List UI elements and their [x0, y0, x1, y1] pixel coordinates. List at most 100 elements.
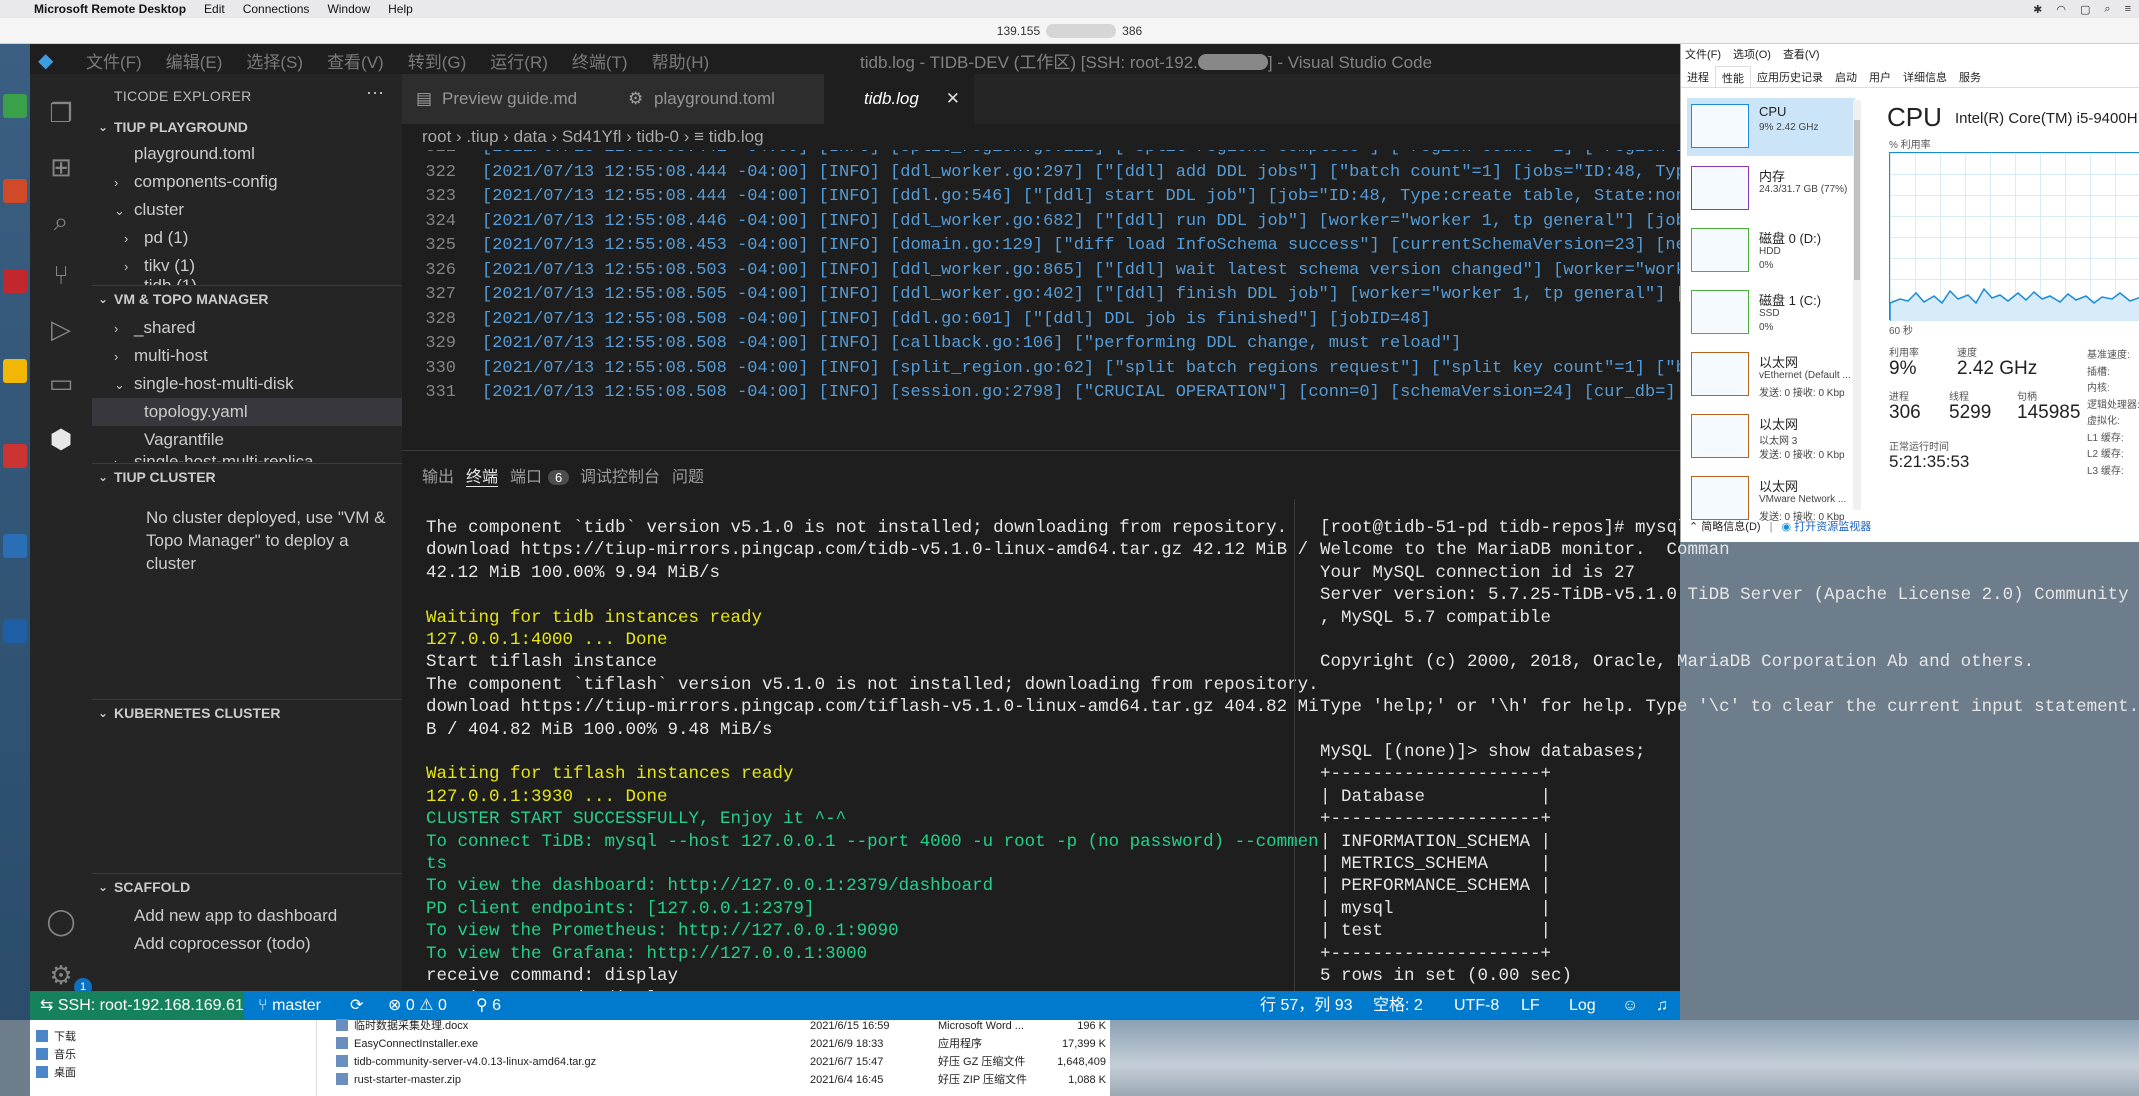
fewer-details-link[interactable]: 简略信息(D) — [1701, 521, 1760, 533]
desktop-app-icon[interactable] — [3, 269, 27, 293]
close-icon[interactable]: ✕ — [946, 74, 960, 124]
tree-item-components-config[interactable]: › components-config — [114, 168, 278, 196]
tab-debug-console[interactable]: 调试控制台 — [580, 463, 660, 487]
tm-resource-item[interactable]: CPU 9% 2.42 GHz — [1687, 98, 1855, 156]
tm-tab-performance[interactable]: 性能 — [1715, 66, 1751, 87]
tm-scrollbar[interactable] — [1853, 100, 1861, 510]
menu-terminal[interactable]: 终端(T) — [572, 48, 628, 73]
search-icon[interactable]: ⌕ — [44, 204, 78, 238]
tab-output[interactable]: 输出 — [422, 463, 454, 487]
branch-indicator[interactable]: ⑂ master — [258, 991, 321, 1020]
nav-music[interactable]: 音乐 — [36, 1046, 76, 1064]
tab-tidb-log[interactable]: tidb.log ✕ — [824, 74, 974, 124]
nav-downloads[interactable]: 下载 — [36, 1028, 76, 1046]
tab-problems[interactable]: 问题 — [672, 463, 704, 487]
remote-explorer-icon[interactable]: ▭ — [44, 366, 78, 400]
tm-tab-app-history[interactable]: 应用历史记录 — [1751, 66, 1829, 87]
tree-item-topology-yaml[interactable]: topology.yaml — [92, 398, 402, 426]
menu-edit[interactable]: 编辑(E) — [166, 48, 223, 73]
file-size[interactable]: 17,399 K — [1050, 1035, 1106, 1053]
code-line[interactable]: 326 [2021/07/13 12:55:08.503 -04:00] [INF… — [402, 259, 1680, 284]
more-actions-icon[interactable]: ··· — [366, 82, 384, 103]
tab-ports[interactable]: 端口 6 — [510, 463, 570, 487]
menu-goto[interactable]: 转到(G) — [408, 48, 467, 73]
problems-indicator[interactable]: ⊗ 0 ⚠ 0 — [388, 991, 447, 1020]
file-date[interactable]: 2021/6/4 16:45 — [810, 1071, 883, 1089]
wifi-icon[interactable]: ◠ — [2056, 3, 2066, 16]
tab-terminal[interactable]: 终端 — [466, 463, 499, 487]
file-name[interactable]: tidb-community-server-v4.0.13-linux-amd6… — [354, 1053, 596, 1071]
menu-selection[interactable]: 选择(S) — [246, 48, 303, 73]
code-line[interactable]: 321 [2021/07/13 12:55:08.441 -04:00] [INF… — [402, 150, 1680, 161]
tree-item-playground-toml[interactable]: playground.toml — [134, 140, 255, 168]
file-date[interactable]: 2021/6/15 16:59 — [810, 1017, 890, 1035]
tm-menu-file[interactable]: 文件(F) — [1685, 46, 1721, 62]
tm-tab-processes[interactable]: 进程 — [1681, 66, 1715, 87]
file-name[interactable]: rust-starter-master.zip — [354, 1071, 461, 1089]
tree-item-multi-host[interactable]: › multi-host — [114, 342, 208, 370]
run-debug-icon[interactable]: ▷ — [44, 312, 78, 346]
menu-run[interactable]: 运行(R) — [490, 48, 548, 73]
code-line[interactable]: 324 [2021/07/13 12:55:08.446 -04:00] [INF… — [402, 210, 1680, 235]
code-line[interactable]: 330 [2021/07/13 12:55:08.508 -04:00] [INF… — [402, 357, 1680, 382]
language-mode[interactable]: Log — [1569, 991, 1596, 1020]
file-size[interactable]: 196 K — [1050, 1017, 1106, 1035]
breadcrumb[interactable]: root › .tiup › data › Sd41Yfl › tidb-0 ›… — [402, 124, 1680, 150]
file-type[interactable]: 应用程序 — [938, 1035, 982, 1053]
source-control-icon[interactable]: ⑂ — [44, 258, 78, 292]
indentation[interactable]: 空格: 2 — [1373, 991, 1423, 1020]
menu-file[interactable]: 文件(F) — [86, 48, 142, 73]
section-kubernetes-cluster[interactable]: ⌄ KUBERNETES CLUSTER — [92, 700, 402, 726]
app-name[interactable]: Microsoft Remote Desktop — [34, 2, 186, 16]
menu-help[interactable]: Help — [388, 2, 413, 16]
menu-edit[interactable]: Edit — [204, 2, 225, 16]
code-line[interactable]: 331 [2021/07/13 12:55:08.508 -04:00] [INF… — [402, 381, 1680, 406]
code-line[interactable]: 329 [2021/07/13 12:55:08.508 -04:00] [INF… — [402, 332, 1461, 357]
scaffold-add-app[interactable]: Add new app to dashboard — [134, 902, 337, 930]
tm-menu-view[interactable]: 查看(V) — [1783, 46, 1820, 62]
sync-icon[interactable]: ⟳ — [350, 991, 363, 1020]
control-center-icon[interactable]: ≡ — [2125, 3, 2131, 15]
settings-gear-icon[interactable]: ⚙ 1 — [44, 958, 92, 996]
code-line[interactable]: 323 [2021/07/13 12:55:08.444 -04:00] [INF… — [402, 185, 1680, 210]
code-line[interactable]: 322 [2021/07/13 12:55:08.444 -04:00] [INF… — [402, 161, 1680, 186]
file-date[interactable]: 2021/6/9 18:33 — [810, 1035, 883, 1053]
section-tiup-playground[interactable]: ⌄ TIUP PLAYGROUND — [92, 114, 402, 140]
file-name[interactable]: EasyConnectInstaller.exe — [354, 1035, 478, 1053]
extensions-icon[interactable]: ⊞ — [44, 150, 78, 184]
notifications-icon[interactable]: ♫ — [1656, 991, 1668, 1020]
tm-resource-item[interactable]: 以太网 以太网 3 发送: 0 接收: 0 Kbp — [1687, 408, 1855, 466]
explorer-icon[interactable]: ❐ — [44, 96, 78, 130]
code-line[interactable]: 327 [2021/07/13 12:55:08.505 -04:00] [INF… — [402, 283, 1680, 308]
section-vm-topo-manager[interactable]: ⌄ VM & TOPO MANAGER — [92, 286, 402, 312]
tree-item-shared[interactable]: › _shared — [114, 314, 195, 342]
menu-connections[interactable]: Connections — [243, 2, 310, 16]
code-editor[interactable]: 321 [2021/07/13 12:55:08.441 -04:00] [INF… — [402, 150, 1680, 450]
remote-indicator[interactable]: ⇆ SSH: root-192.168.169.61 — [30, 991, 244, 1020]
menu-view[interactable]: 查看(V) — [327, 48, 384, 73]
terminal-left[interactable]: The component `tidb` version v5.1.0 is n… — [426, 517, 1319, 1030]
tree-item-single-host-multi-disk[interactable]: ⌄ single-host-multi-disk — [114, 370, 294, 398]
section-scaffold[interactable]: ⌄ SCAFFOLD — [92, 874, 402, 900]
tm-menu-options[interactable]: 选项(O) — [1733, 46, 1771, 62]
file-size[interactable]: 1,648,409 — [1050, 1053, 1106, 1071]
tm-resource-item[interactable]: 磁盘 1 (C:) SSD 0% — [1687, 284, 1855, 342]
tree-item-single-host-multi-replica[interactable]: ›single-host-multi-replica — [114, 450, 314, 462]
file-type[interactable]: 好压 GZ 压缩文件 — [938, 1053, 1025, 1071]
file-type[interactable]: Microsoft Word ... — [938, 1017, 1024, 1035]
clipboard-icon[interactable]: ▢ — [2080, 3, 2090, 16]
terminal-right[interactable]: [root@tidb-51-pd tidb-repos]# mysql -u We… — [1320, 517, 2139, 1033]
tm-tab-services[interactable]: 服务 — [1953, 66, 1987, 87]
desktop-app-icon[interactable] — [3, 534, 27, 558]
desktop-app-icon[interactable] — [3, 94, 27, 118]
desktop-app-icon[interactable] — [3, 179, 27, 203]
tm-resource-item[interactable]: 内存 24.3/31.7 GB (77%) — [1687, 160, 1855, 218]
tm-tab-details[interactable]: 详细信息 — [1897, 66, 1953, 87]
menu-window[interactable]: Window — [327, 2, 370, 16]
file-size[interactable]: 1,088 K — [1050, 1071, 1106, 1089]
tab-playground-toml[interactable]: ⚙ playground.toml — [614, 74, 824, 124]
accounts-icon[interactable]: ◯ — [44, 904, 78, 938]
fewer-details-icon[interactable]: ⌃ — [1689, 521, 1698, 533]
desktop-app-icon[interactable] — [3, 444, 27, 468]
desktop-app-icon[interactable] — [3, 359, 27, 383]
